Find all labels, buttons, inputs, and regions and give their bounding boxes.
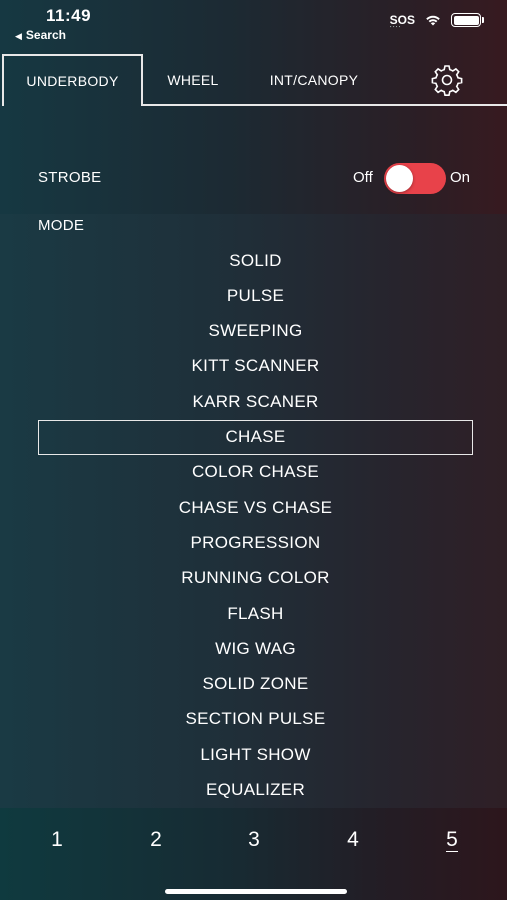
mode-option-karr-scaner[interactable]: KARR SCANER — [38, 384, 473, 419]
tab-int-canopy[interactable]: INT/CANOPY — [248, 54, 380, 106]
toggle-knob — [386, 165, 413, 192]
mode-option-color-chase[interactable]: COLOR CHASE — [38, 455, 473, 490]
tab-bar: UNDERBODY WHEEL INT/CANOPY — [0, 54, 507, 106]
tab-underbody[interactable]: UNDERBODY — [2, 54, 143, 106]
mode-option-running-color[interactable]: RUNNING COLOR — [38, 561, 473, 596]
gear-icon — [431, 65, 463, 96]
page-button-3[interactable]: 3 — [234, 820, 274, 860]
mode-option-light-show[interactable]: LIGHT SHOW — [38, 737, 473, 772]
mode-option-kitt-scanner[interactable]: KITT SCANNER — [38, 349, 473, 384]
page-button-2[interactable]: 2 — [136, 820, 176, 860]
battery-icon — [451, 13, 484, 27]
mode-label: MODE — [38, 217, 85, 234]
strobe-label: STROBE — [38, 169, 102, 186]
page-label: 3 — [248, 828, 260, 851]
back-arrow-icon: ◀ — [15, 31, 22, 41]
wifi-icon — [426, 15, 440, 26]
mode-option-wig-wag[interactable]: WIG WAG — [38, 631, 473, 666]
mode-option-equalizer[interactable]: EQUALIZER — [38, 773, 473, 808]
settings-button[interactable] — [424, 54, 470, 106]
page-label: 1 — [51, 828, 63, 851]
toggle-off-label: Off — [353, 169, 373, 186]
page-label: 4 — [347, 828, 359, 851]
strobe-toggle[interactable] — [384, 163, 446, 194]
status-indicators: SOS — [390, 13, 484, 31]
mode-option-pulse[interactable]: PULSE — [38, 278, 473, 313]
page-label: 5 — [446, 827, 458, 853]
page-button-1[interactable]: 1 — [37, 820, 77, 860]
mode-option-section-pulse[interactable]: SECTION PULSE — [38, 702, 473, 737]
page-button-5[interactable]: 5 — [432, 820, 472, 860]
tab-wheel[interactable]: WHEEL — [150, 54, 236, 106]
home-indicator[interactable] — [165, 889, 347, 894]
mode-option-flash[interactable]: FLASH — [38, 596, 473, 631]
toggle-on-label: On — [450, 169, 471, 186]
carrier-label: SOS — [390, 13, 415, 31]
status-time: 11:49 — [46, 6, 92, 25]
mode-option-sweeping[interactable]: SWEEPING — [38, 314, 473, 349]
back-to-search[interactable]: ◀ Search — [15, 28, 66, 42]
page-label: 2 — [150, 828, 162, 851]
mode-option-chase-vs-chase[interactable]: CHASE VS CHASE — [38, 490, 473, 525]
back-label: Search — [25, 28, 66, 42]
mode-option-solid-zone[interactable]: SOLID ZONE — [38, 667, 473, 702]
mode-option-solid[interactable]: SOLID — [38, 243, 473, 278]
page-selector: 1 2 3 4 5 — [0, 820, 507, 860]
mode-option-chase[interactable]: CHASE — [38, 419, 473, 455]
page-button-4[interactable]: 4 — [333, 820, 373, 860]
mode-option-progression[interactable]: PROGRESSION — [38, 525, 473, 560]
